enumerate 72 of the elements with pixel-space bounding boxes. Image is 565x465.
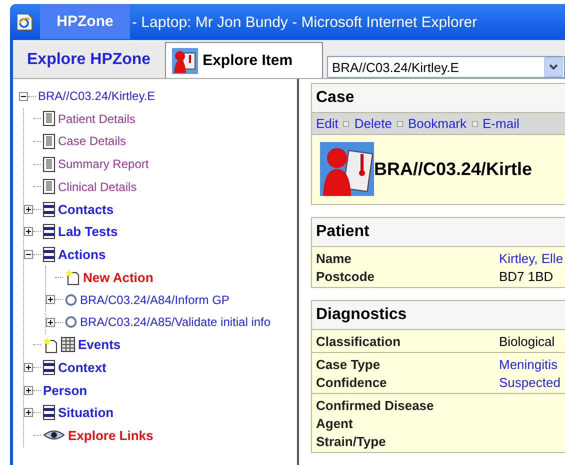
- collapse-toggle[interactable]: [24, 250, 33, 259]
- field-label: Name: [316, 250, 352, 266]
- browser-icon: [16, 13, 33, 31]
- field-link[interactable]: Meningitis: [499, 356, 565, 372]
- person-clipboard-icon: [320, 142, 374, 196]
- dropdown-icon: [544, 57, 563, 77]
- eye-icon: [43, 429, 65, 442]
- case-title: BRA//C03.24/Kirtle: [374, 158, 532, 180]
- list-icon: [43, 360, 55, 375]
- tree-item[interactable]: Lab Tests: [58, 224, 118, 240]
- circle-icon: [65, 294, 77, 306]
- tree-item[interactable]: Actions: [58, 246, 106, 262]
- action-link[interactable]: Bookmark: [408, 116, 467, 131]
- field-value: BD7 1BD: [499, 268, 554, 284]
- tree-item[interactable]: Contacts: [58, 202, 114, 217]
- list-icon: [43, 202, 55, 217]
- app-label: HPZone: [40, 4, 130, 39]
- tree-item[interactable]: BRA//C03.24/Kirtley.E: [38, 89, 156, 104]
- action-link[interactable]: E-mail: [482, 116, 520, 131]
- list-icon: [43, 224, 55, 240]
- separator-icon: [396, 120, 403, 126]
- expand-toggle[interactable]: [24, 386, 33, 395]
- tree-item[interactable]: Explore Links: [68, 428, 154, 443]
- expand-toggle[interactable]: [46, 295, 55, 304]
- tree-item[interactable]: Patient Details: [58, 112, 136, 126]
- separator-icon: [472, 120, 478, 126]
- field-label: Postcode: [316, 268, 376, 284]
- tree-item[interactable]: Clinical Details: [58, 180, 137, 194]
- expand-toggle[interactable]: [24, 204, 33, 214]
- tree-item[interactable]: BRA/C03.24/A84/Inform GP: [80, 292, 230, 307]
- field-label: Confidence: [316, 374, 388, 390]
- field-label: Classification: [316, 334, 402, 348]
- tree-item[interactable]: Context: [58, 360, 106, 375]
- person-clipboard-icon: [172, 48, 198, 74]
- field-label: Agent: [316, 416, 354, 430]
- collapse-toggle[interactable]: [19, 92, 28, 101]
- tree-item[interactable]: Events: [78, 337, 121, 352]
- tree-item[interactable]: Person: [43, 382, 88, 398]
- tree-item[interactable]: Situation: [58, 405, 114, 420]
- section-heading: Case: [312, 84, 565, 113]
- list-icon: [43, 246, 55, 262]
- field-label: Strain/Type: [316, 434, 387, 448]
- tree-item[interactable]: BRA/C03.24/A85/Validate initial info: [80, 315, 271, 330]
- window-title: - Laptop: Mr Jon Bundy - Microsoft Internet Explorer: [132, 14, 478, 30]
- item-select[interactable]: BRA//C03.24/Kirtley.E: [327, 56, 565, 78]
- action-link[interactable]: Delete: [354, 116, 392, 131]
- expand-toggle[interactable]: [46, 318, 55, 327]
- expand-toggle[interactable]: [24, 408, 33, 418]
- section-heading: Diagnostics: [312, 301, 565, 330]
- separator-icon: [343, 120, 350, 126]
- tree-item[interactable]: Case Details: [58, 134, 126, 148]
- circle-icon: [65, 316, 77, 328]
- new-document-icon: [65, 269, 80, 286]
- tab[interactable]: Explore Item: [164, 42, 323, 78]
- document-icon: [43, 134, 55, 149]
- action-link[interactable]: Edit: [316, 116, 338, 131]
- tree-item[interactable]: New Action: [83, 270, 154, 285]
- document-icon: [43, 156, 55, 172]
- expand-toggle[interactable]: [24, 227, 33, 236]
- section-heading: Patient: [312, 218, 565, 247]
- new-document-icon: [43, 336, 58, 353]
- table-icon: [61, 337, 75, 352]
- field-value: Biological: [499, 334, 556, 348]
- field-link[interactable]: Suspected: [499, 374, 565, 390]
- document-icon: [43, 179, 55, 194]
- field-link[interactable]: Kirtley, Elle: [499, 250, 565, 266]
- list-icon: [43, 405, 55, 420]
- document-icon: [43, 111, 55, 126]
- expand-toggle[interactable]: [24, 362, 33, 372]
- field-label: Confirmed Disease: [316, 398, 435, 412]
- tree-item[interactable]: Summary Report: [58, 157, 149, 172]
- field-label: Case Type: [316, 356, 382, 372]
